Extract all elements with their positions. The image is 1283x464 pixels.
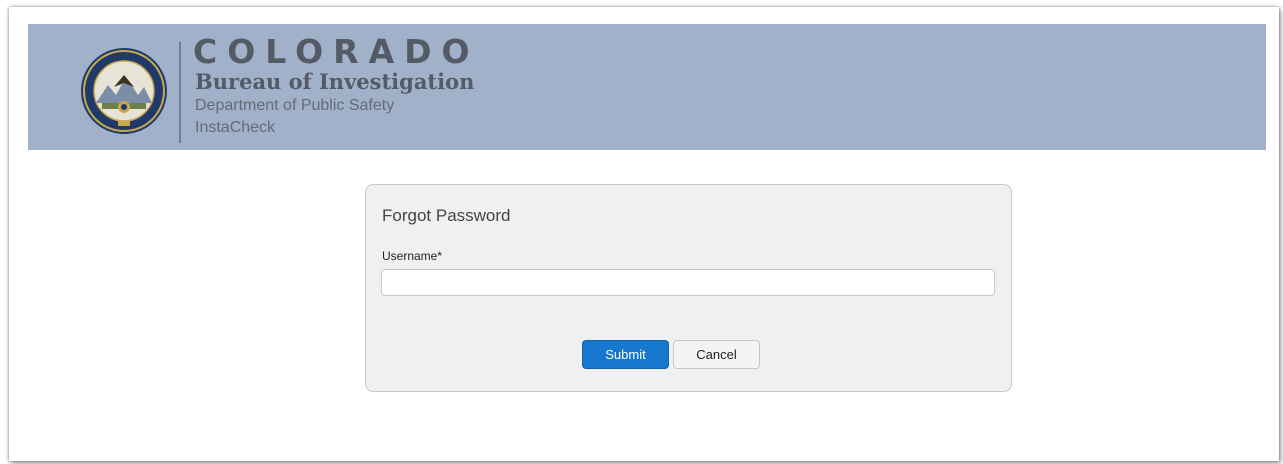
username-input[interactable] — [381, 269, 995, 296]
forgot-password-card: Forgot Password Username* Submit Cancel — [365, 184, 1012, 392]
card-title: Forgot Password — [382, 206, 511, 225]
header-banner: COLORADO Bureau of Investigation Departm… — [28, 24, 1266, 150]
submit-button[interactable]: Submit — [582, 340, 669, 369]
brand-colorado: COLORADO — [193, 32, 480, 71]
brand-app-name: InstaCheck — [195, 119, 276, 136]
cancel-button[interactable]: Cancel — [673, 340, 760, 369]
cbi-seal-icon — [81, 48, 167, 134]
brand-bureau: Bureau of Investigation — [195, 69, 475, 94]
brand-department: Department of Public Safety — [195, 97, 395, 114]
username-label: Username* — [382, 249, 443, 263]
header-divider — [179, 42, 181, 143]
